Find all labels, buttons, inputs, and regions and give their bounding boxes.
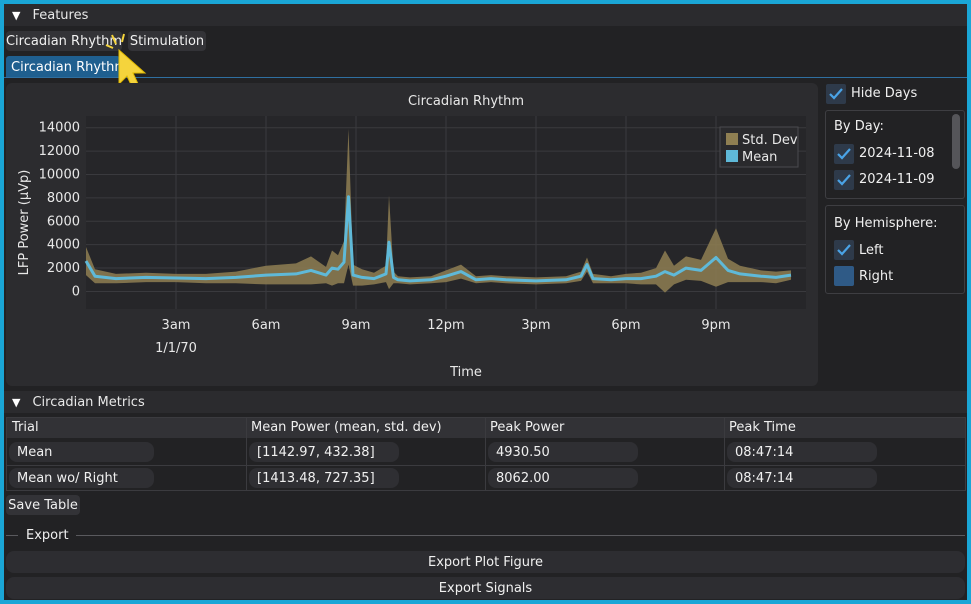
col-divider (246, 418, 247, 490)
x-tick-label: 6pm (611, 318, 640, 333)
hemisphere-left-checkbox[interactable] (834, 240, 854, 260)
by-hemisphere-title: By Hemisphere: (834, 216, 938, 231)
x-tick-label: 3am (162, 318, 191, 333)
legend-label-std: Std. Dev (742, 133, 798, 148)
legend-swatch-std (726, 133, 738, 145)
by-day-scrollbar[interactable] (952, 114, 960, 169)
table-cell[interactable]: 08:47:14 (727, 468, 877, 488)
metrics-title: Circadian Metrics (32, 394, 145, 410)
x-tick-label: 12pm (427, 318, 464, 333)
y-tick-label: 2000 (47, 261, 80, 276)
table-cell[interactable]: Mean (9, 442, 154, 462)
day-label-1: 2024-11-08 (859, 146, 935, 161)
legend-label-mean: Mean (742, 150, 777, 165)
chart-panel: 0 2000 4000 6000 8000 10000 12000 14000 3am 6am 9a… (6, 83, 818, 386)
table-cell[interactable]: 8062.00 (488, 468, 638, 488)
circadian-chart[interactable]: 0 2000 4000 6000 8000 10000 12000 14000 3am 6am 9a… (6, 83, 818, 386)
metrics-table: Trial Mean Power (mean, std. dev) Peak P… (6, 417, 966, 491)
y-tick-label: 4000 (47, 238, 80, 253)
export-title: Export (26, 528, 69, 543)
table-cell[interactable]: [1413.48, 727.35] (249, 468, 399, 488)
subtab-circadian-rhythm[interactable]: Circadian Rhythm (6, 56, 127, 78)
y-tick-label: 14000 (39, 121, 80, 136)
metrics-header[interactable]: ▼ Circadian Metrics (4, 391, 967, 413)
hide-days-label: Hide Days (851, 86, 918, 101)
table-header-peak-power: Peak Power (490, 420, 565, 435)
by-day-title: By Day: (834, 119, 884, 134)
features-header[interactable]: ▼ Features (4, 4, 967, 26)
separator-line (76, 535, 965, 536)
x-axis-label: Time (449, 365, 482, 380)
y-tick-label: 8000 (47, 191, 80, 206)
collapse-triangle-icon: ▼ (12, 395, 21, 409)
by-hemisphere-box: By Hemisphere: Left Right (825, 205, 965, 294)
row-divider (7, 465, 965, 466)
hemisphere-left-label: Left (859, 243, 884, 258)
y-tick-label: 0 (72, 284, 80, 299)
by-day-box: By Day: 2024-11-08 2024-11-09 (825, 110, 965, 199)
x-date-label: 1/1/70 (155, 341, 197, 356)
y-axis-label: LFP Power (µVp) (17, 170, 32, 276)
chart-title: Circadian Rhythm (408, 94, 524, 109)
y-tick-label: 10000 (39, 167, 80, 182)
table-header-mean-power: Mean Power (mean, std. dev) (251, 420, 442, 435)
table-cell[interactable]: [1142.97, 432.38] (249, 442, 399, 462)
save-table-button[interactable]: Save Table (6, 495, 80, 515)
col-divider (485, 418, 486, 490)
table-header-trial: Trial (12, 420, 39, 435)
x-tick-label: 9pm (701, 318, 730, 333)
y-tick-label: 6000 (47, 214, 80, 229)
features-title: Features (32, 7, 89, 23)
hemisphere-right-label: Right (859, 269, 894, 284)
y-tick-label: 12000 (39, 144, 80, 159)
table-header-peak-time: Peak Time (729, 420, 796, 435)
table-cell[interactable]: 08:47:14 (727, 442, 877, 462)
x-tick-label: 3pm (521, 318, 550, 333)
table-header-row (7, 418, 965, 438)
hide-days-checkbox[interactable] (826, 84, 846, 104)
table-cell[interactable]: 4930.50 (488, 442, 638, 462)
col-divider (724, 418, 725, 490)
app-window: ▼ Features Circadian Rhythm Stimulation … (4, 4, 967, 600)
hemisphere-right-checkbox[interactable] (834, 266, 854, 286)
export-signals-button[interactable]: Export Signals (6, 577, 965, 599)
x-tick-label: 9am (342, 318, 371, 333)
export-plot-button[interactable]: Export Plot Figure (6, 551, 965, 573)
day-label-2: 2024-11-09 (859, 172, 935, 187)
day-checkbox-2[interactable] (834, 170, 854, 190)
separator-line (6, 535, 18, 536)
legend-swatch-mean (726, 150, 738, 162)
table-cell[interactable]: Mean wo/ Right (9, 468, 154, 488)
collapse-triangle-icon: ▼ (12, 8, 21, 22)
day-checkbox-1[interactable] (834, 144, 854, 164)
x-tick-label: 6am (252, 318, 281, 333)
